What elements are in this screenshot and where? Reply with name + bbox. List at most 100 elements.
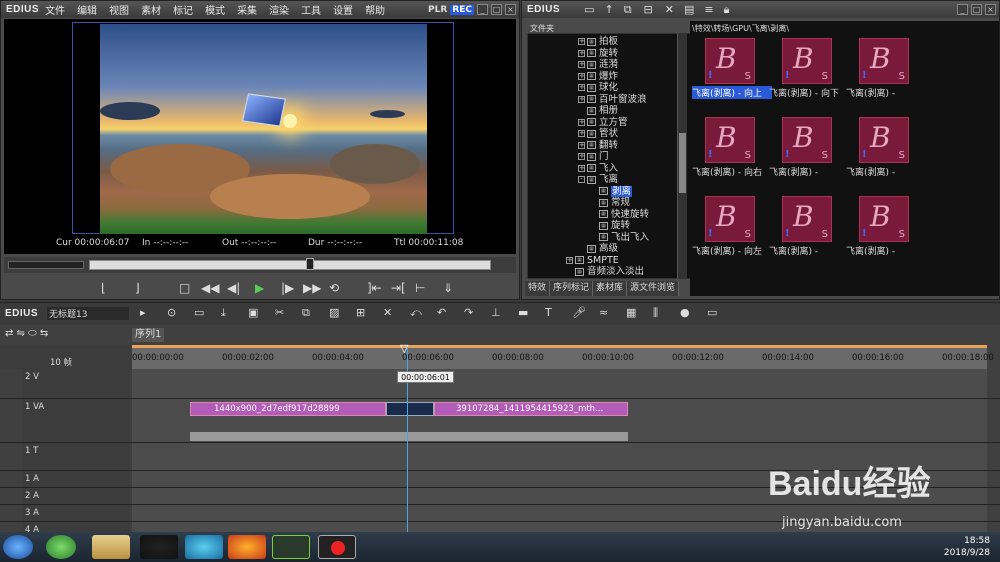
bin-close-icon[interactable]: ×	[985, 4, 996, 15]
marker-icon[interactable]: ▬	[518, 306, 528, 319]
track-layout-icons[interactable]: ⇄ ⇋ ⬭ ⇆	[5, 328, 125, 342]
menu-item[interactable]: 文件	[45, 6, 65, 17]
render-icon[interactable]: ▦	[626, 306, 636, 319]
expand-icon[interactable]: +	[578, 72, 585, 80]
effect-clip[interactable]: B S! 飞离(剥离) -	[846, 36, 926, 104]
menu-item[interactable]: 渲染	[269, 6, 289, 17]
bin-maximize-icon[interactable]: □	[971, 4, 982, 15]
expand-icon[interactable]	[578, 245, 585, 252]
stop-icon[interactable]: □	[179, 281, 190, 295]
tree-item[interactable]: ▦ 剥离	[590, 185, 633, 197]
bin-minimize-icon[interactable]: _	[957, 4, 968, 15]
expand-icon[interactable]	[590, 222, 597, 229]
open-icon[interactable]: ⤓	[221, 306, 226, 320]
expand-icon[interactable]: +	[578, 130, 585, 137]
menu-item[interactable]: 模式	[205, 6, 225, 17]
explorer-icon[interactable]	[92, 535, 130, 559]
tree-item[interactable]: + ▦ 门	[578, 151, 609, 162]
split-icon[interactable]: ⊥	[491, 306, 501, 319]
expand-icon[interactable]: +	[578, 118, 585, 126]
play-icon[interactable]: ▶	[255, 281, 264, 295]
expand-icon[interactable]: +	[578, 49, 585, 57]
start-button[interactable]	[3, 535, 33, 559]
expand-icon[interactable]	[590, 211, 597, 218]
menu-item[interactable]: 视图	[109, 6, 129, 17]
export-icon[interactable]: ⇓	[443, 281, 453, 295]
expand-icon[interactable]	[590, 199, 597, 206]
plr-label[interactable]: PLR	[426, 5, 449, 15]
loop-icon[interactable]: ⟲	[329, 281, 339, 295]
media-player-icon[interactable]	[185, 535, 223, 559]
minimize-icon[interactable]: _	[477, 4, 488, 15]
fast-forward-icon[interactable]: ▶▶	[303, 281, 321, 295]
folder-icon[interactable]: ▭	[584, 3, 594, 16]
expand-icon[interactable]	[578, 107, 585, 114]
properties-icon[interactable]: ▤	[684, 3, 694, 16]
record-icon[interactable]	[318, 535, 356, 559]
firefox-icon[interactable]	[228, 535, 266, 559]
menu-item[interactable]: 设置	[333, 6, 353, 17]
tree-item[interactable]: ▦ 飞出飞入	[590, 232, 649, 243]
paste-icon[interactable]: ▨	[329, 306, 339, 319]
redo-icon[interactable]: ↷	[464, 306, 473, 319]
edius-task-icon[interactable]	[272, 535, 310, 559]
menu-item[interactable]: 采集	[237, 6, 257, 17]
time-ruler[interactable]: 00:00:00:00 00:00:02:00 00:00:04:00 00:00:0…	[132, 345, 994, 369]
clip-link-icon[interactable]: ⊞	[356, 306, 365, 319]
effect-clip[interactable]: B S! 飞离(剥离) -	[769, 194, 849, 262]
expand-icon[interactable]	[590, 188, 597, 195]
tree-item[interactable]: ▦ 音频淡入淡出	[566, 266, 644, 277]
tree-item[interactable]: + ▦ 飞入	[578, 163, 618, 174]
bin-tab[interactable]: 素材库	[593, 281, 628, 296]
slider-thumb[interactable]	[306, 258, 314, 270]
step-forward-icon[interactable]: |▶	[281, 281, 294, 295]
tree-item[interactable]: + ▦ SMPTE	[566, 255, 619, 266]
tree-item[interactable]: ▦ 常规	[590, 197, 630, 208]
effect-clip[interactable]: B S! 飞离(剥离) - 向左	[692, 194, 772, 262]
effect-clip[interactable]: B S! 飞离(剥离) -	[769, 115, 849, 183]
expand-icon[interactable]: +	[578, 84, 585, 91]
expand-icon[interactable]	[566, 268, 573, 275]
bin-tab[interactable]: 特效	[525, 281, 551, 296]
overwrite-icon[interactable]: ⇥[	[391, 281, 406, 295]
expand-icon[interactable]: +	[578, 61, 585, 68]
tree-item[interactable]: + ▦ 球化	[578, 82, 618, 93]
tree-item[interactable]: ▦ 旋转	[590, 220, 630, 231]
close-icon[interactable]: ×	[505, 4, 516, 15]
expand-icon[interactable]: +	[578, 95, 585, 103]
transition-block[interactable]	[386, 402, 434, 416]
delete-icon[interactable]: ✕	[665, 3, 674, 16]
new-icon[interactable]: ▭	[194, 306, 204, 319]
effect-clip[interactable]: B S! 飞离(剥离) - 向上	[692, 36, 772, 104]
trim-icon[interactable]: ⊢	[415, 281, 425, 295]
new-seq-icon[interactable]: ▸	[140, 306, 146, 319]
scrub-bar[interactable]	[4, 257, 516, 273]
rec-label[interactable]: REC	[450, 4, 474, 15]
menu-item[interactable]: 工具	[301, 6, 321, 17]
plr-rec-switch[interactable]: PLR REC	[426, 4, 474, 15]
view-icon[interactable]: ⊟	[644, 3, 653, 16]
step-back-icon[interactable]: ◀|	[227, 281, 240, 295]
lock-icon[interactable]: 🔒︎	[724, 3, 730, 17]
expand-icon[interactable]: -	[578, 176, 585, 183]
mixer-icon[interactable]: ⫼	[653, 306, 658, 320]
up-icon[interactable]: ↑	[604, 3, 613, 16]
list-icon[interactable]: ≡	[704, 3, 713, 16]
menu-item[interactable]: 素材	[141, 6, 161, 17]
menu-item[interactable]: 标记	[173, 6, 193, 17]
copy-icon[interactable]: ⧉	[302, 306, 310, 320]
effect-clip[interactable]: B S! 飞离(剥离) -	[846, 115, 926, 183]
tree-item[interactable]: + ▦ 管状	[578, 128, 618, 139]
audio-clip-bar[interactable]	[190, 432, 628, 441]
capture-icon[interactable]: ⊙	[167, 306, 176, 319]
track-lane[interactable]	[132, 369, 987, 398]
playhead-marker-icon[interactable]: ▽	[400, 343, 414, 355]
app-360-icon[interactable]	[46, 535, 76, 559]
record-icon[interactable]: ●	[680, 306, 690, 319]
expand-icon[interactable]: +	[578, 164, 585, 172]
insert-icon[interactable]: ]⇤	[367, 281, 382, 295]
set-out-icon[interactable]: ⌋	[135, 281, 140, 295]
tree-item[interactable]: + ▦ 百叶窗波浪	[578, 94, 647, 105]
sequence-tab[interactable]: 序列1	[132, 328, 164, 342]
tree-item[interactable]: + ▦ 立方管	[578, 117, 628, 128]
